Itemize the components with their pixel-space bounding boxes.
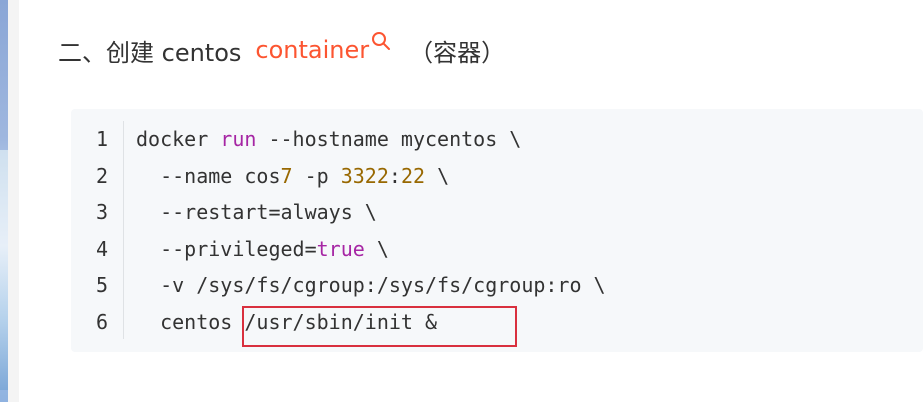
code-line: -v /sys/fs/cgroup:/sys/fs/cgroup:ro \ (136, 267, 606, 304)
code-line: docker run --hostname mycentos \ (136, 121, 606, 158)
line-number: 5 (95, 273, 108, 297)
code-line: --restart=always \ (136, 194, 606, 231)
page-background-strip (0, 0, 19, 402)
code-text: --name cos (136, 163, 281, 188)
code-text: : (388, 163, 401, 188)
code-line: --name cos7 -p 3322:22 \ (136, 158, 606, 195)
line-number: 1 (95, 127, 108, 151)
code-keyword: true (316, 236, 365, 261)
code-line: --privileged=true \ (136, 231, 606, 268)
line-number: 4 (95, 236, 108, 261)
background-decoration (0, 150, 8, 390)
code-text: --privileged= (136, 236, 317, 261)
line-number: 2 (95, 163, 108, 188)
highlight-annotation-box (242, 306, 517, 347)
heading-prefix: 二、创建 centos (58, 38, 242, 67)
heading-suffix: （容器） (409, 38, 506, 67)
code-text: --restart=always \ (136, 200, 377, 224)
code-text: docker (136, 127, 221, 151)
code-text: \ (364, 236, 389, 261)
container-link[interactable]: container (255, 36, 369, 64)
code-text: -v /sys/fs/cgroup:/sys/fs/cgroup:ro \ (136, 273, 606, 297)
code-number: 22 (400, 163, 426, 188)
line-number: 3 (95, 200, 108, 224)
code-number: 3322 (340, 163, 389, 188)
code-text: \ (425, 163, 450, 188)
code-keyword: run (220, 127, 257, 151)
section-heading: 二、创建 centos container （容器） (58, 32, 505, 68)
code-text: -p (292, 163, 341, 188)
line-number-gutter: 1 2 3 4 5 6 (71, 121, 124, 339)
code-text: --hostname mycentos \ (256, 127, 522, 151)
code-number: 7 (280, 163, 293, 188)
search-icon[interactable] (371, 31, 391, 53)
line-number: 6 (95, 309, 108, 334)
background-gap (8, 0, 19, 402)
